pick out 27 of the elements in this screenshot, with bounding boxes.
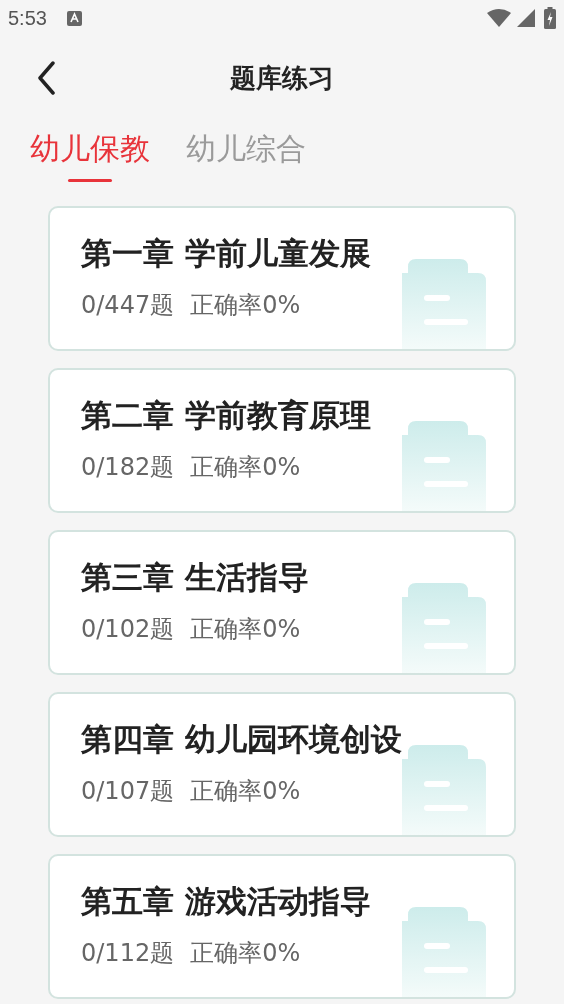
question-count: 0/107题 [81, 775, 175, 807]
page-title: 题库练习 [230, 61, 334, 95]
question-count: 0/102题 [81, 613, 175, 645]
chapter-card[interactable]: 第五章 游戏活动指导 0/112题 正确率0% [48, 854, 516, 999]
chapter-title: 第二章 学前教育原理 [81, 396, 372, 435]
question-count: 0/447题 [81, 289, 175, 321]
notification-icon [66, 10, 82, 26]
chapter-title: 第五章 游戏活动指导 [81, 882, 372, 921]
accuracy-rate: 正确率0% [190, 289, 301, 321]
question-count: 0/112题 [81, 937, 175, 969]
chapter-card[interactable]: 第二章 学前教育原理 0/182题 正确率0% [48, 368, 516, 513]
accuracy-rate: 正确率0% [190, 775, 301, 807]
accuracy-rate: 正确率0% [190, 937, 301, 969]
chapter-card[interactable]: 第四章 幼儿园环境创设 0/107题 正确率0% [48, 692, 516, 837]
status-time: 5:53 [8, 6, 47, 31]
chapter-title: 第四章 幼儿园环境创设 [81, 720, 403, 759]
question-count: 0/182题 [81, 451, 175, 483]
wifi-icon [486, 8, 512, 28]
signal-icon [516, 8, 536, 28]
category-tab[interactable]: 幼儿保教 [30, 120, 150, 190]
accuracy-rate: 正确率0% [190, 451, 301, 483]
accuracy-rate: 正确率0% [190, 613, 301, 645]
chapter-card[interactable]: 第一章 学前儿童发展 0/447题 正确率0% [48, 206, 516, 351]
chapter-card[interactable]: 第三章 生活指导 0/102题 正确率0% [48, 530, 516, 675]
battery-charging-icon [544, 7, 556, 29]
chapter-title: 第三章 生活指导 [81, 558, 310, 597]
chapter-title: 第一章 学前儿童发展 [81, 234, 372, 273]
